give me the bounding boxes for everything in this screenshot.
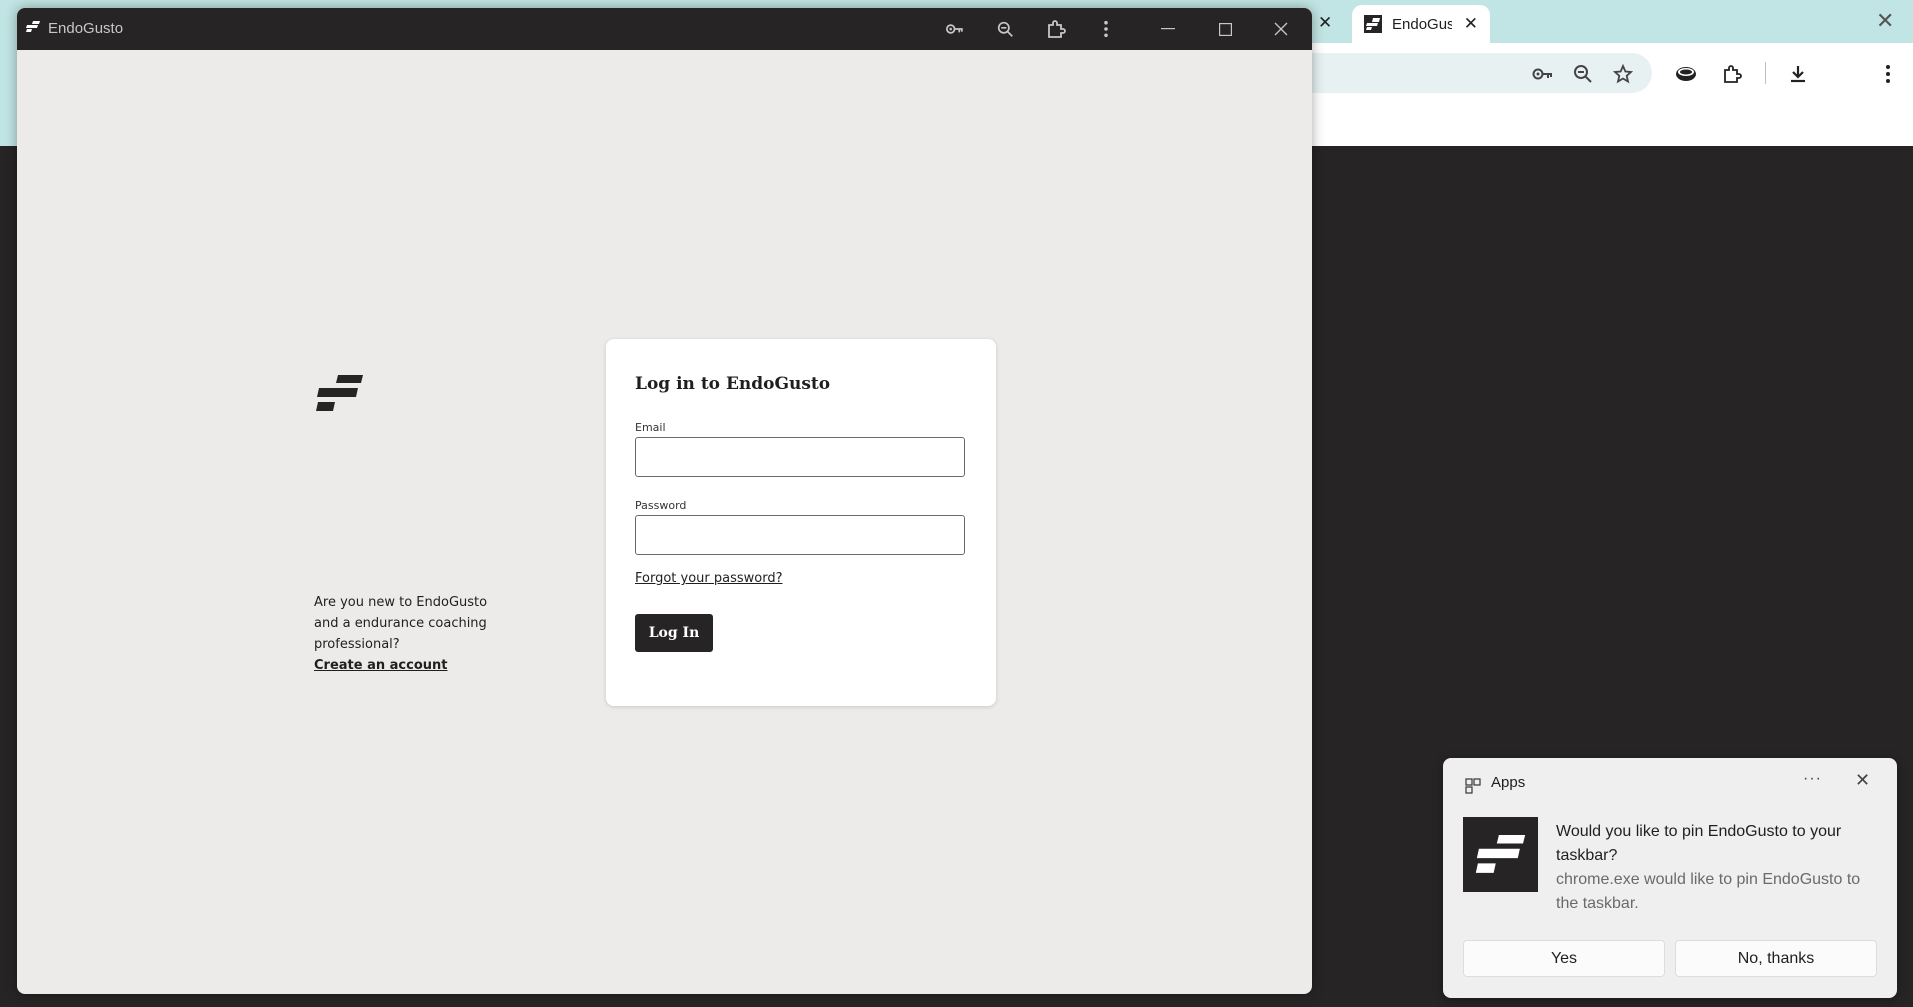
profile-icon[interactable] xyxy=(1672,60,1700,88)
tab-label: EndoGusto xyxy=(1392,15,1452,33)
download-icon[interactable] xyxy=(1784,60,1812,88)
app-logo xyxy=(1463,817,1538,892)
close-icon[interactable] xyxy=(1268,16,1294,42)
app-titlebar[interactable]: EndoGusto xyxy=(17,8,1312,50)
app-window: EndoGusto Are you new to EndoGusto and a… xyxy=(17,8,1312,994)
forgot-password-link[interactable]: Forgot your password? xyxy=(635,571,783,586)
signup-prompt-text: Are you new to EndoGusto and a endurance… xyxy=(314,595,488,652)
no-thanks-button[interactable]: No, thanks xyxy=(1675,940,1877,977)
notification-subtext: chrome.exe would like to pin EndoGusto t… xyxy=(1556,871,1861,912)
login-title: Log in to EndoGusto xyxy=(635,374,831,394)
app-title: EndoGusto xyxy=(48,20,124,37)
signup-prompt: Are you new to EndoGusto and a endurance… xyxy=(314,592,504,676)
more-vert-icon[interactable] xyxy=(1874,60,1902,88)
email-label: Email xyxy=(635,421,666,434)
endogusto-logo-icon xyxy=(316,375,363,411)
pin-taskbar-notification: Apps ··· ✕ Would you like to pin EndoGus… xyxy=(1443,758,1897,998)
create-account-link[interactable]: Create an account xyxy=(314,655,504,676)
extensions-icon[interactable] xyxy=(1043,16,1069,42)
close-icon[interactable]: ✕ xyxy=(1855,770,1870,791)
key-icon[interactable] xyxy=(942,16,968,42)
address-bar[interactable] xyxy=(1300,53,1652,93)
password-field[interactable] xyxy=(635,515,965,555)
apps-icon xyxy=(1465,778,1481,794)
browser-tab-endogusto[interactable]: EndoGusto ✕ xyxy=(1352,5,1490,43)
tab-close-icon[interactable]: ✕ xyxy=(1464,14,1478,34)
notification-message: Would you like to pin EndoGusto to your … xyxy=(1556,823,1842,864)
minimize-icon[interactable] xyxy=(1155,16,1181,42)
more-options-icon[interactable]: ··· xyxy=(1803,770,1822,788)
login-button[interactable]: Log In xyxy=(635,614,713,652)
login-card: Log in to EndoGusto Email Password Forgo… xyxy=(606,339,996,706)
endogusto-favicon-icon xyxy=(1364,15,1382,33)
maximize-icon[interactable] xyxy=(1212,16,1238,42)
password-label: Password xyxy=(635,499,687,512)
endogusto-logo-icon xyxy=(1475,834,1525,873)
tab-close-icon[interactable]: ✕ xyxy=(1318,13,1332,33)
bookmarks-bar xyxy=(1300,103,1913,146)
more-vert-icon[interactable] xyxy=(1093,16,1119,42)
endogusto-logo-icon xyxy=(26,21,40,32)
zoom-icon[interactable] xyxy=(1569,60,1597,88)
email-field[interactable] xyxy=(635,437,965,477)
extensions-icon[interactable] xyxy=(1718,60,1746,88)
notification-app-name: Apps xyxy=(1491,774,1526,791)
yes-button[interactable]: Yes xyxy=(1463,940,1665,977)
zoom-icon[interactable] xyxy=(992,16,1018,42)
bookmark-star-icon[interactable] xyxy=(1609,60,1637,88)
browser-close-icon[interactable]: ✕ xyxy=(1876,8,1894,34)
key-icon[interactable] xyxy=(1529,60,1557,88)
toolbar-divider xyxy=(1765,62,1766,84)
